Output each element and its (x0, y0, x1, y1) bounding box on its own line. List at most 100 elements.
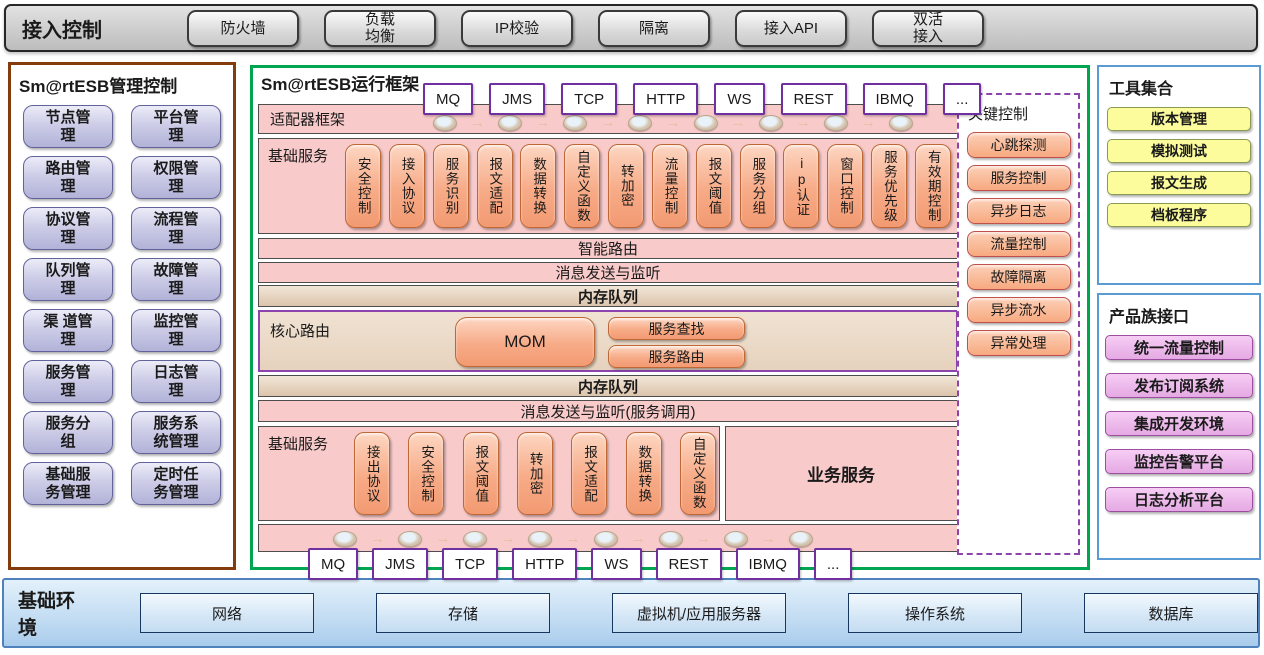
protocol-box[interactable]: ... (814, 548, 853, 580)
management-button[interactable]: 服务系统管理 (131, 411, 221, 454)
product-family-button[interactable]: 集成开发环境 (1105, 411, 1253, 436)
key-control-button[interactable]: 异步日志 (967, 198, 1071, 224)
management-buttons: 节点管理平台管理路由管理权限管理协议管理流程管理队列管理故障管理渠 道管理监控管… (11, 101, 233, 505)
product-family-button[interactable]: 发布订阅系统 (1105, 373, 1253, 398)
service-pill[interactable]: 报文阈值 (463, 432, 499, 515)
service-pill[interactable]: 流量控制 (652, 144, 688, 228)
service-lookup-box[interactable]: 服务查找 (608, 317, 745, 340)
connector-node-icon (594, 531, 618, 547)
protocol-box[interactable]: REST (656, 548, 722, 580)
flow-arrow-icon: → (861, 115, 876, 131)
environment-box[interactable]: 网络 (140, 593, 314, 633)
mom-box[interactable]: MOM (455, 317, 595, 367)
esb-architecture-diagram: 接入控制 防火墙负载 均衡IP校验隔离接入API双活 接入 Sm@rtESB管理… (0, 0, 1264, 655)
management-button[interactable]: 节点管理 (23, 105, 113, 148)
service-pill[interactable]: 数据转换 (626, 432, 662, 515)
connector-node-icon (528, 531, 552, 547)
management-button[interactable]: 服务管理 (23, 360, 113, 403)
environment-box[interactable]: 数据库 (1084, 593, 1258, 633)
service-pill[interactable]: 服务识别 (433, 144, 469, 228)
protocol-box[interactable]: WS (591, 548, 641, 580)
management-button[interactable]: 定时任务管理 (131, 462, 221, 505)
environment-box[interactable]: 存储 (376, 593, 550, 633)
key-control-button[interactable]: 流量控制 (967, 231, 1071, 257)
product-family-button[interactable]: 统一流量控制 (1105, 335, 1253, 360)
service-pill[interactable]: 服务分组 (740, 144, 776, 228)
connector-node-icon (498, 115, 522, 131)
management-button[interactable]: 队列管理 (23, 258, 113, 301)
protocol-box[interactable]: MQ (308, 548, 358, 580)
protocol-box[interactable]: TCP (561, 83, 617, 115)
service-pill[interactable]: 接入协议 (389, 144, 425, 228)
management-button[interactable]: 路由管理 (23, 156, 113, 199)
management-button[interactable]: 服务分组 (23, 411, 113, 454)
management-button[interactable]: 基础服务管理 (23, 462, 113, 505)
connector-node-icon (824, 115, 848, 131)
access-control-button[interactable]: 接入API (735, 10, 847, 47)
protocol-box[interactable]: HTTP (512, 548, 577, 580)
service-pill[interactable]: 转加密 (608, 144, 644, 228)
environment-box[interactable]: 操作系统 (848, 593, 1022, 633)
access-control-button[interactable]: 隔离 (598, 10, 710, 47)
message-listen-call-label: 消息发送与监听(服务调用) (521, 401, 696, 422)
service-route-box[interactable]: 服务路由 (608, 345, 745, 368)
protocol-box[interactable]: IBMQ (863, 83, 927, 115)
protocol-box[interactable]: IBMQ (736, 548, 800, 580)
management-button[interactable]: 故障管理 (131, 258, 221, 301)
key-control-button[interactable]: 心跳探测 (967, 132, 1071, 158)
service-pill[interactable]: 报文阈值 (696, 144, 732, 228)
basic-services-top-section: 基础服务 安全控制接入协议服务识别报文适配数据转换自定义函数转加密流量控制报文阈… (258, 138, 958, 234)
memory-queue-label-1: 内存队列 (578, 286, 638, 307)
key-control-button[interactable]: 异步流水 (967, 297, 1071, 323)
product-family-panel: 产品族接口 统一流量控制发布订阅系统集成开发环境监控告警平台日志分析平台 (1097, 293, 1261, 560)
protocol-box[interactable]: MQ (423, 83, 473, 115)
protocol-box[interactable]: WS (714, 83, 764, 115)
key-control-button[interactable]: 异常处理 (967, 330, 1071, 356)
protocol-box[interactable]: ... (943, 83, 982, 115)
tool-button[interactable]: 模拟测试 (1107, 139, 1251, 163)
management-button[interactable]: 流程管理 (131, 207, 221, 250)
tool-button[interactable]: 报文生成 (1107, 171, 1251, 195)
access-control-button[interactable]: 防火墙 (187, 10, 299, 47)
tool-button[interactable]: 版本管理 (1107, 107, 1251, 131)
key-control-buttons: 心跳探测服务控制异步日志流量控制故障隔离异步流水异常处理 (959, 126, 1078, 356)
connector-flow-top: →→→→→→→ (433, 114, 913, 131)
key-control-button[interactable]: 服务控制 (967, 165, 1071, 191)
service-pill[interactable]: 报文适配 (477, 144, 513, 228)
memory-queue-band-1: 内存队列 (258, 285, 958, 307)
protocol-box[interactable]: REST (781, 83, 847, 115)
management-button[interactable]: 平台管理 (131, 105, 221, 148)
protocol-box[interactable]: TCP (442, 548, 498, 580)
service-pill[interactable]: 报文适配 (571, 432, 607, 515)
management-button[interactable]: 协议管理 (23, 207, 113, 250)
product-family-button[interactable]: 监控告警平台 (1105, 449, 1253, 474)
management-button[interactable]: 监控管理 (131, 309, 221, 352)
service-pill[interactable]: 自定义函数 (680, 432, 716, 515)
protocol-box[interactable]: JMS (372, 548, 428, 580)
protocol-box[interactable]: JMS (489, 83, 545, 115)
access-control-button[interactable]: IP校验 (461, 10, 573, 47)
flow-arrow-icon: → (631, 531, 646, 547)
service-pill[interactable]: ip认证 (783, 144, 819, 228)
service-pill[interactable]: 转加密 (517, 432, 553, 515)
service-pill[interactable]: 数据转换 (520, 144, 556, 228)
access-control-button[interactable]: 双活 接入 (872, 10, 984, 47)
management-button[interactable]: 渠 道管理 (23, 309, 113, 352)
product-family-button[interactable]: 日志分析平台 (1105, 487, 1253, 512)
service-pill[interactable]: 安全控制 (345, 144, 381, 228)
service-pill[interactable]: 自定义函数 (564, 144, 600, 228)
management-button[interactable]: 权限管理 (131, 156, 221, 199)
service-pill[interactable]: 有效期控制 (915, 144, 951, 228)
protocol-box[interactable]: HTTP (633, 83, 698, 115)
service-pill[interactable]: 安全控制 (408, 432, 444, 515)
service-pill[interactable]: 窗口控制 (827, 144, 863, 228)
tool-button[interactable]: 档板程序 (1107, 203, 1251, 227)
connector-node-icon (724, 531, 748, 547)
access-control-button[interactable]: 负载 均衡 (324, 10, 436, 47)
management-button[interactable]: 日志管理 (131, 360, 221, 403)
service-pill[interactable]: 接出协议 (354, 432, 390, 515)
key-control-button[interactable]: 故障隔离 (967, 264, 1071, 290)
service-pill[interactable]: 服务优先级 (871, 144, 907, 228)
basic-services-top-label: 基础服务 (268, 145, 328, 166)
environment-box[interactable]: 虚拟机/应用服务器 (612, 593, 786, 633)
